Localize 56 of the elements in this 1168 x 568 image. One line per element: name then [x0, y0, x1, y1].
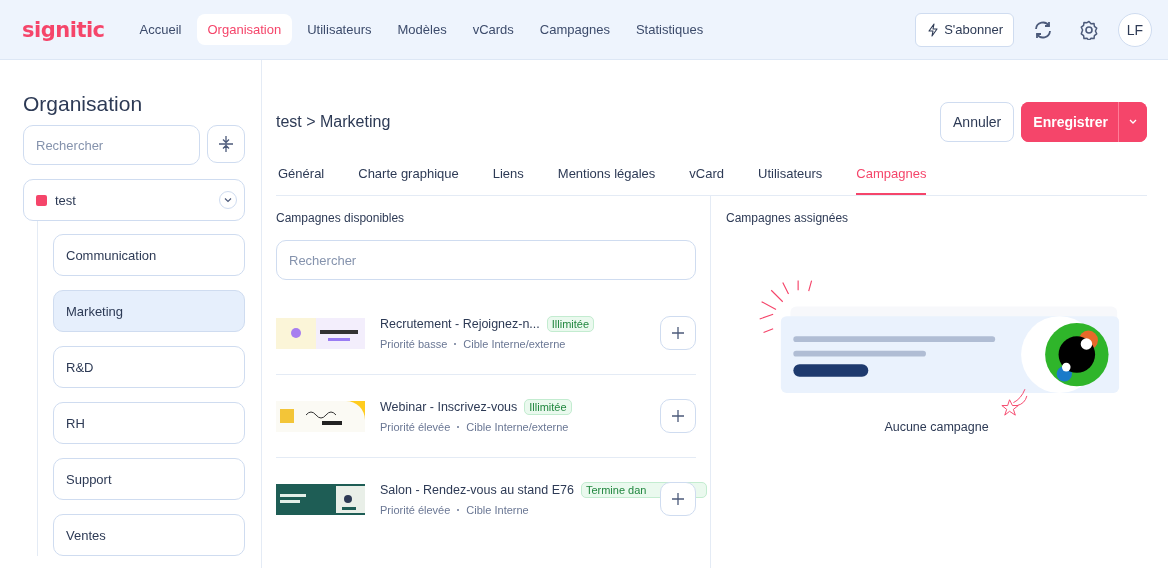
- plus-icon: [671, 409, 685, 423]
- section-title: Campagnes assignées: [726, 211, 850, 225]
- tab[interactable]: Mentions légales: [557, 154, 656, 195]
- settings-icon: [1079, 19, 1099, 40]
- add-button[interactable]: [660, 399, 696, 433]
- tree-label: test: [55, 192, 77, 208]
- collapse-icon: [218, 135, 234, 153]
- tab[interactable]: Charte graphique: [358, 154, 459, 195]
- nav-tab[interactable]: Accueil: [128, 14, 193, 45]
- campaign-name: Webinar - Inscrivez-vous: [380, 400, 518, 414]
- tab[interactable]: Général: [278, 154, 325, 195]
- nav-tab[interactable]: Organisation: [196, 14, 293, 45]
- campaign-target: Cible Interne/externe: [463, 338, 566, 350]
- add-button[interactable]: [660, 482, 696, 516]
- tab[interactable]: Utilisateurs: [758, 154, 823, 195]
- plus-icon: [671, 326, 685, 340]
- search-field[interactable]: Rechercher: [23, 125, 200, 165]
- collapse-button[interactable]: [207, 125, 245, 163]
- save-options-button[interactable]: [1118, 102, 1147, 142]
- tree-item[interactable]: R&D: [53, 346, 245, 388]
- campaign-priority: Priorité élevée: [380, 504, 451, 516]
- tree-item[interactable]: Support: [53, 458, 245, 500]
- campaign-target: Cible Interne: [466, 504, 529, 516]
- status-tag: Illimitée: [524, 399, 572, 415]
- sidebar-title: Organisation: [23, 92, 144, 116]
- tree-item[interactable]: Communication: [53, 234, 245, 276]
- expand-toggle[interactable]: [219, 191, 237, 209]
- nav-tab[interactable]: Modèles: [386, 14, 458, 45]
- add-button[interactable]: [660, 316, 696, 350]
- campaign-priority: Priorité élevée: [380, 421, 451, 433]
- user-avatar[interactable]: LF: [1118, 12, 1152, 47]
- campaign-priority: Priorité basse: [380, 338, 448, 350]
- subscribe-button[interactable]: S'abonner: [915, 12, 1014, 47]
- caret-icon: [1128, 119, 1138, 125]
- tree-item[interactable]: Ventes: [53, 514, 245, 556]
- nav-tab[interactable]: Statistiques: [624, 14, 715, 45]
- nav-tab[interactable]: vCards: [461, 14, 525, 45]
- tree-item[interactable]: Marketing: [53, 290, 245, 332]
- campaign-target: Cible Interne/externe: [466, 421, 569, 433]
- campaign-name: Salon - Rendez-vous au stand E76: [380, 483, 574, 497]
- tab[interactable]: vCard: [689, 154, 725, 195]
- tree-item[interactable]: RH: [53, 402, 245, 444]
- tab[interactable]: Campagnes: [856, 154, 927, 195]
- cancel-button[interactable]: Annuler: [940, 102, 1015, 142]
- plus-icon: [671, 492, 685, 506]
- nav-tab[interactable]: Utilisateurs: [296, 14, 383, 45]
- breadcrumb: test > Marketing: [276, 113, 391, 131]
- status-tag: Illimitée: [546, 316, 595, 332]
- nav-tab[interactable]: Campagnes: [528, 14, 621, 45]
- empty-message: Aucune campagne: [884, 420, 989, 434]
- tree-item[interactable]: test: [23, 179, 245, 221]
- chevron-icon: [224, 197, 232, 203]
- tab[interactable]: Liens: [492, 154, 524, 195]
- search-field[interactable]: Rechercher: [276, 240, 696, 280]
- campaign-name: Recrutement - Rejoignez-n...: [380, 317, 540, 331]
- section-title: Campagnes disponibles: [276, 211, 406, 225]
